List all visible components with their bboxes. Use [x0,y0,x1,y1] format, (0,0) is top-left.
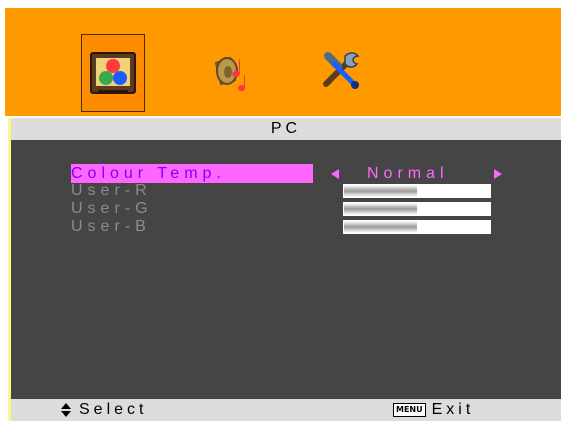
top-tab-bar [5,8,561,116]
user-b-label: User-B [71,218,151,235]
menu-content: Colour Temp. Normal User-R User-G User-B [8,140,561,399]
user-b-slider[interactable] [343,220,491,234]
picture-tab[interactable] [81,34,145,112]
audio-tab[interactable] [199,36,263,114]
user-g-label: User-G [71,200,153,217]
user-g-slider-fill [344,203,417,215]
page-title-bar: PC [8,118,561,140]
menu-row-user-b[interactable]: User-B [11,217,561,236]
setup-tab[interactable] [309,32,373,110]
menu-row-user-r[interactable]: User-R [11,181,561,200]
picture-settings-icon [90,52,136,94]
user-r-label: User-R [71,182,152,199]
speaker-music-icon [214,56,245,92]
user-b-slider-fill [344,221,417,233]
footer-bar: Select MENU Exit [8,399,561,421]
osd-menu: PC Colour Temp. Normal User-R User-G Use… [0,0,564,421]
user-g-slider[interactable] [343,202,491,216]
tools-icon [323,52,360,89]
right-arrow-icon[interactable] [494,169,502,179]
up-down-arrow-icon [59,402,73,418]
exit-hint: MENU Exit [393,399,474,421]
menu-row-user-g[interactable]: User-G [11,199,561,218]
select-label: Select [79,401,148,418]
user-r-slider[interactable] [343,184,491,198]
select-hint: Select [59,399,147,421]
left-arrow-icon[interactable] [331,169,339,179]
page-title: PC [270,120,302,137]
exit-label: Exit [431,401,475,418]
user-r-slider-fill [344,185,417,197]
menu-key-icon: MENU [393,403,426,417]
